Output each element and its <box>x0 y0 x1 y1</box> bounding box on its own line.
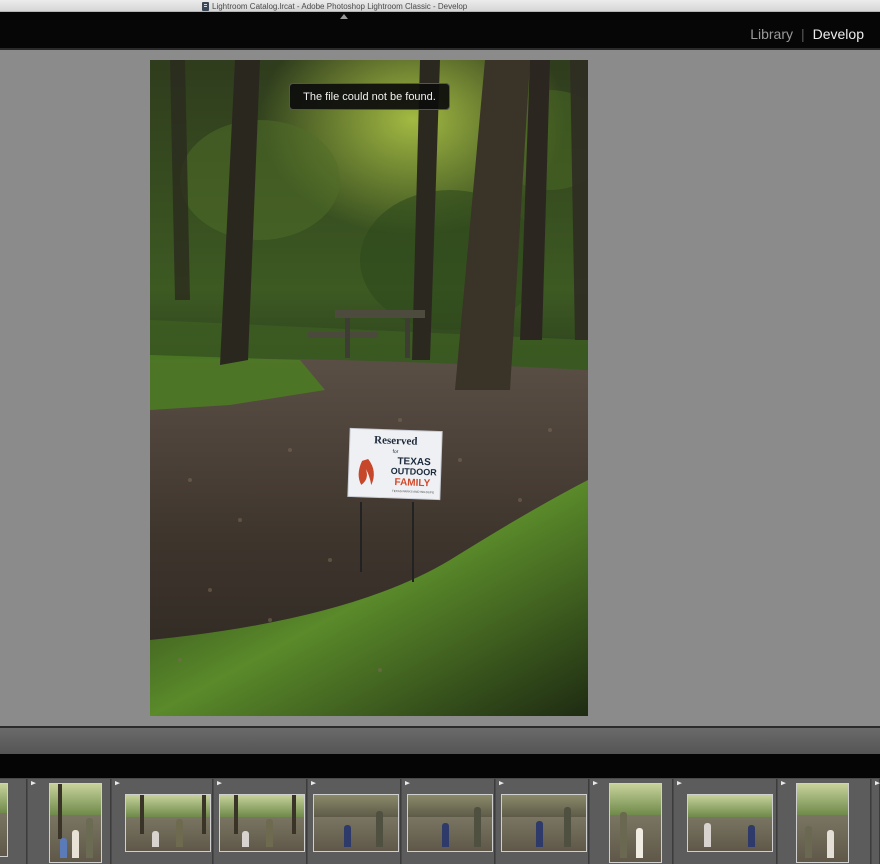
flag-icon[interactable] <box>311 781 316 786</box>
filmstrip-header <box>0 754 880 778</box>
filmstrip-thumbnail[interactable] <box>796 783 849 863</box>
flag-icon[interactable] <box>499 781 504 786</box>
main-photo-preview[interactable]: Reserved for TEXAS OUTDOOR FAMILY TEXAS … <box>150 60 588 716</box>
filmstrip-cell[interactable] <box>0 779 27 864</box>
filmstrip-cell[interactable] <box>496 779 589 864</box>
sign-reserved-text: Reserved <box>374 434 418 448</box>
filmstrip <box>0 778 880 864</box>
sign-family-text: FAMILY <box>394 477 430 489</box>
sign-for-text: for <box>392 449 398 455</box>
window-title-bar[interactable]: Lightroom Catalog.lrcat - Adobe Photosho… <box>0 0 880 12</box>
module-library[interactable]: Library <box>750 26 793 42</box>
filmstrip-cell[interactable] <box>778 779 871 864</box>
flag-icon[interactable] <box>217 781 222 786</box>
filmstrip-thumbnail[interactable] <box>49 783 102 863</box>
sign-outdoor-text: OUTDOOR <box>391 466 438 478</box>
filmstrip-thumbnail[interactable] <box>687 794 773 852</box>
lightroom-window: Lightroom Catalog.lrcat - Adobe Photosho… <box>0 0 880 864</box>
flag-icon[interactable] <box>31 781 36 786</box>
flag-icon[interactable] <box>677 781 682 786</box>
develop-toolbar <box>0 726 880 754</box>
filmstrip-cell[interactable] <box>402 779 495 864</box>
window-title-text: Lightroom Catalog.lrcat - Adobe Photosho… <box>212 1 468 11</box>
filmstrip-thumbnail[interactable] <box>125 794 211 852</box>
filmstrip-cell[interactable] <box>214 779 307 864</box>
filmstrip-thumbnail[interactable] <box>313 794 399 852</box>
window-title: Lightroom Catalog.lrcat - Adobe Photosho… <box>202 0 467 12</box>
filmstrip-cell[interactable] <box>28 779 111 864</box>
flag-icon[interactable] <box>593 781 598 786</box>
flag-icon[interactable] <box>115 781 120 786</box>
flag-icon[interactable] <box>405 781 410 786</box>
filmstrip-cell[interactable] <box>674 779 777 864</box>
flag-icon[interactable] <box>875 781 880 786</box>
flag-icon[interactable] <box>781 781 786 786</box>
filmstrip-thumbnail[interactable] <box>219 794 305 852</box>
module-develop[interactable]: Develop <box>813 26 864 42</box>
filmstrip-thumbnail[interactable] <box>0 783 8 857</box>
collapse-panel-arrow-icon[interactable] <box>340 14 348 19</box>
module-separator: | <box>800 26 805 42</box>
filmstrip-cell[interactable] <box>308 779 401 864</box>
develop-workspace: Reserved for TEXAS OUTDOOR FAMILY TEXAS … <box>0 50 880 726</box>
filmstrip-cell[interactable] <box>590 779 673 864</box>
catalog-document-icon <box>202 1 209 11</box>
filmstrip-cell[interactable] <box>112 779 213 864</box>
photo-image: Reserved for TEXAS OUTDOOR FAMILY TEXAS … <box>150 60 588 716</box>
module-picker: Library | Develop <box>750 26 864 42</box>
error-toast: The file could not be found. <box>289 83 450 110</box>
filmstrip-cell[interactable] <box>872 779 880 864</box>
filmstrip-thumbnail[interactable] <box>501 794 587 852</box>
module-header: Library | Develop <box>0 12 880 50</box>
filmstrip-thumbnail[interactable] <box>407 794 493 852</box>
filmstrip-thumbnail[interactable] <box>609 783 662 863</box>
